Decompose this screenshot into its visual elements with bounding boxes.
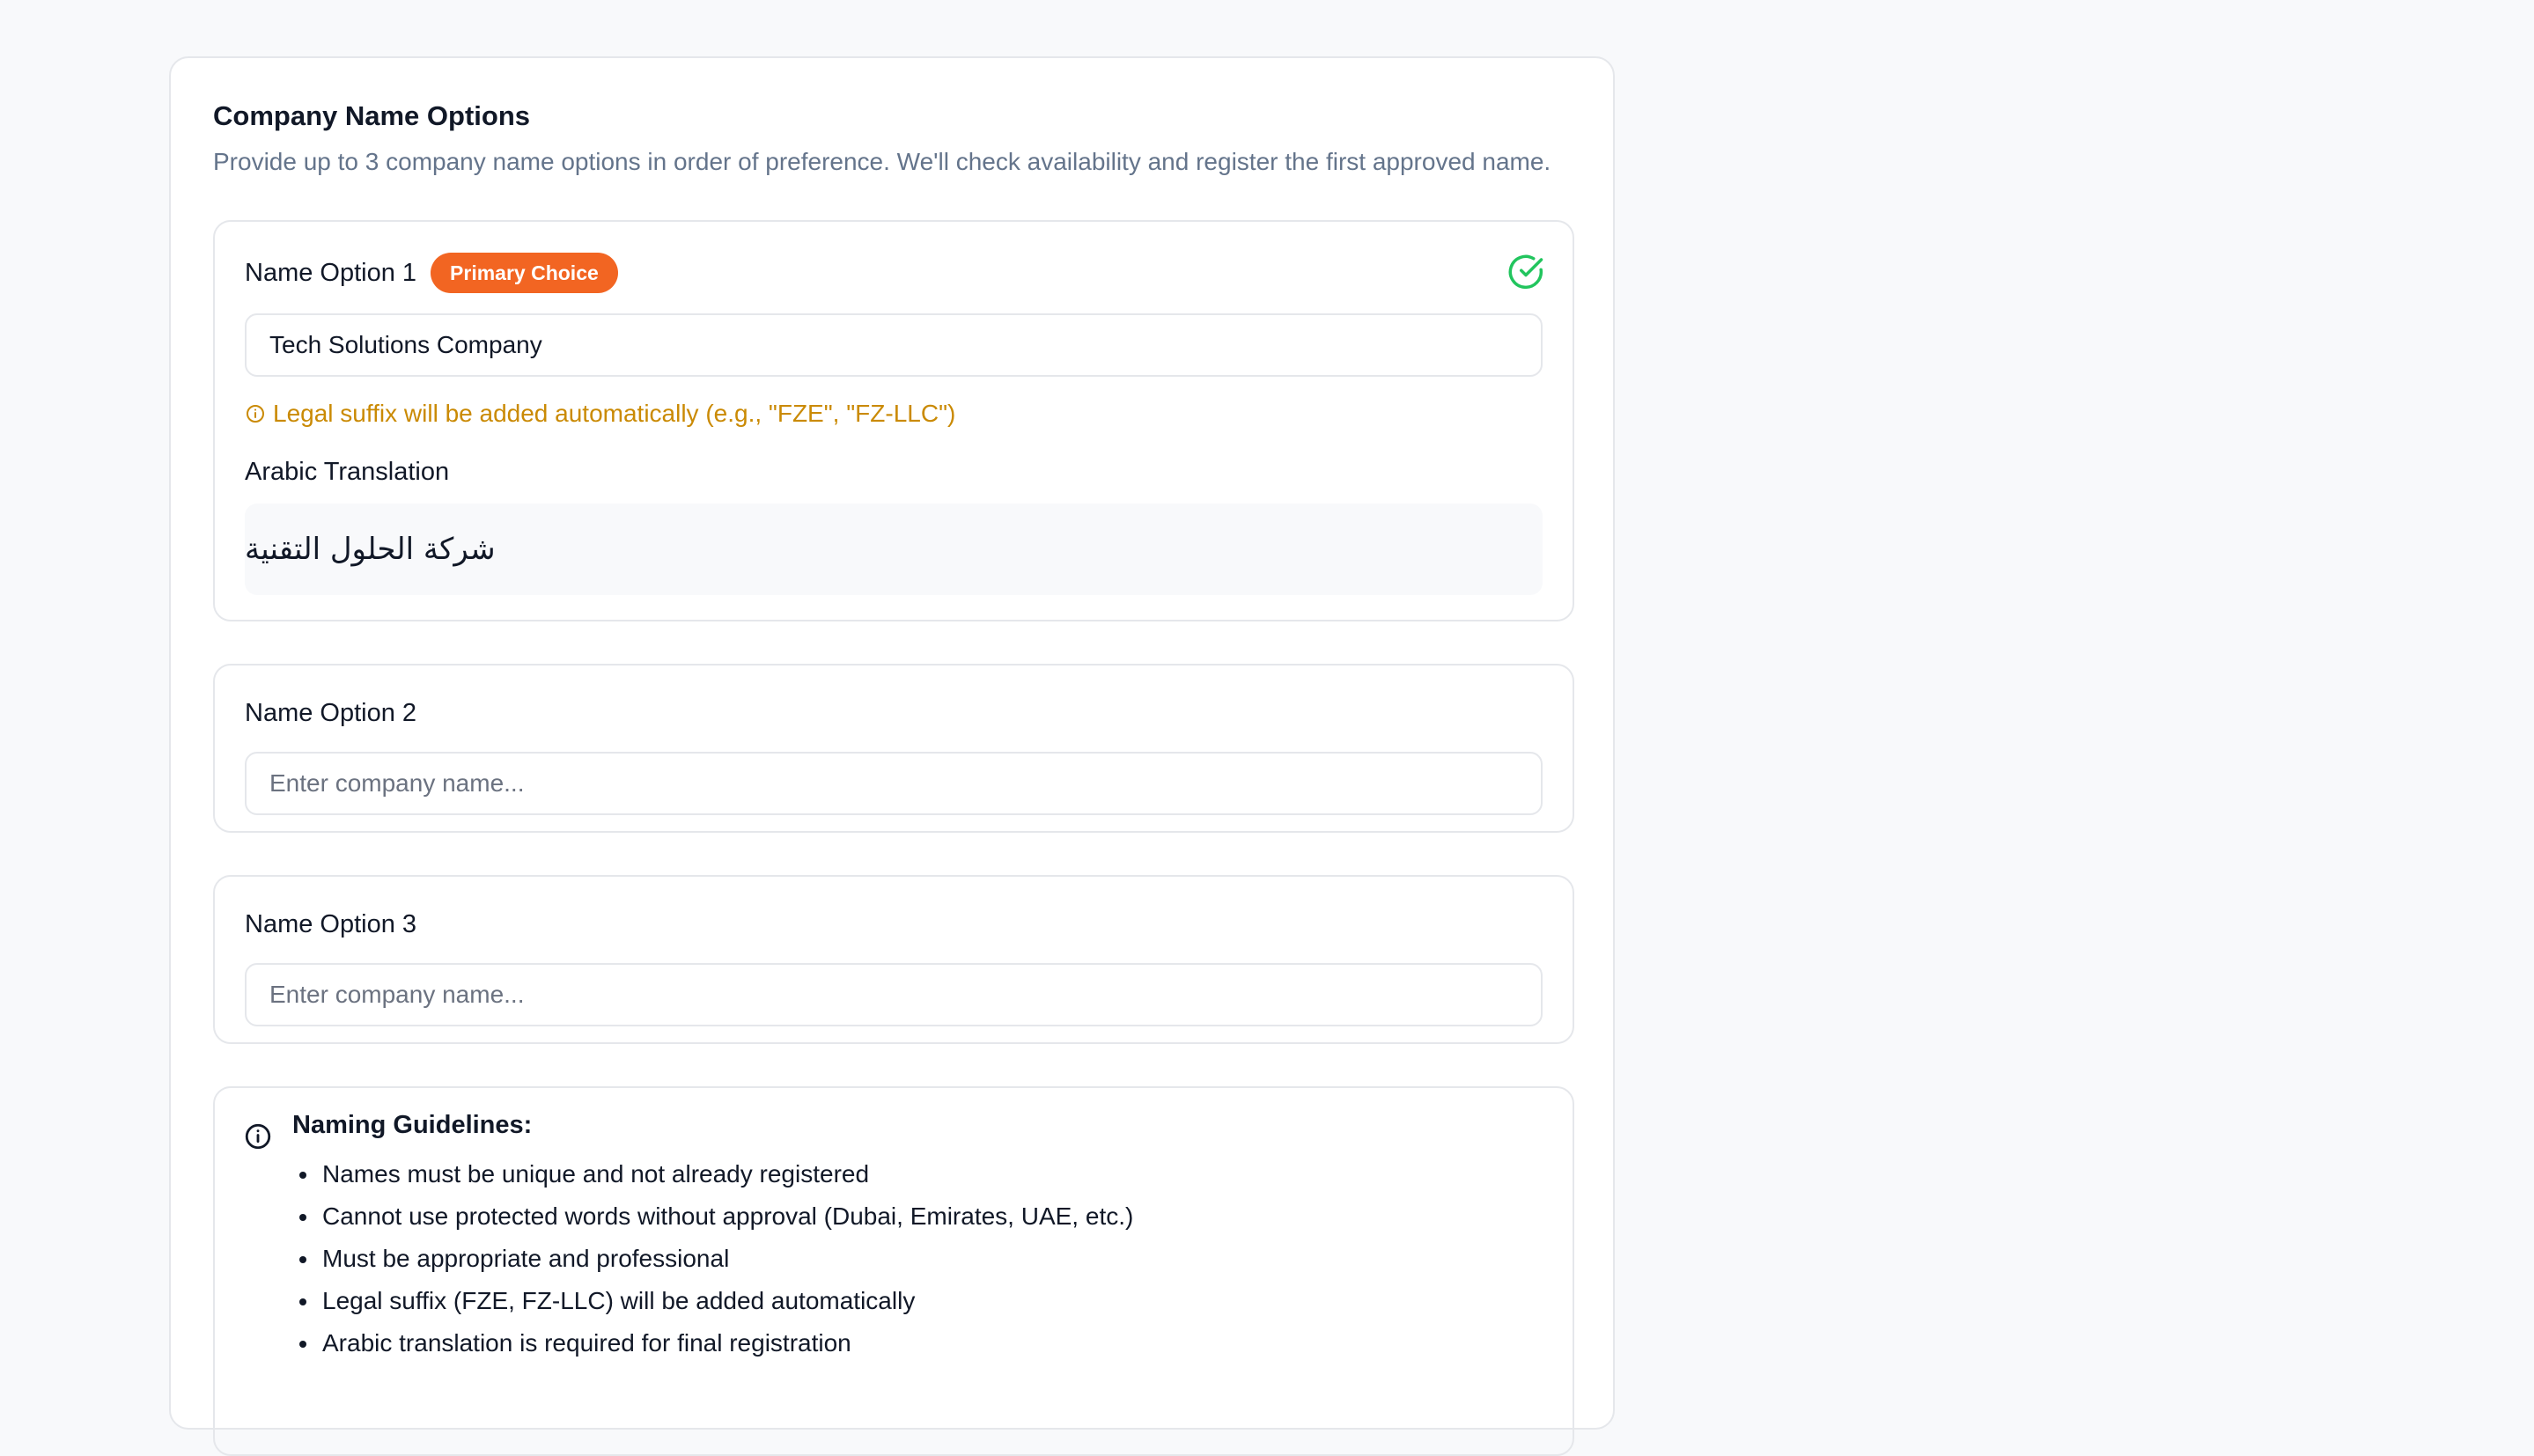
name-option-3-input[interactable] — [245, 963, 1543, 1027]
name-option-3: Name Option 3 — [213, 875, 1574, 1045]
check-circle-icon — [1508, 254, 1543, 290]
arabic-translation-label: Arabic Translation — [245, 458, 450, 487]
section-title: Company Name Options — [213, 100, 530, 131]
guideline-item: Must be appropriate and professional — [299, 1238, 1543, 1280]
guideline-item: Legal suffix (FZE, FZ-LLC) will be added… — [299, 1280, 1543, 1322]
info-icon — [247, 405, 264, 423]
guideline-item: Names must be unique and not already reg… — [299, 1153, 1543, 1195]
name-option-3-label: Name Option 3 — [245, 909, 417, 938]
legal-suffix-hint-text: Legal suffix will be added automatically… — [273, 400, 956, 428]
name-option-2-label: Name Option 2 — [245, 698, 417, 727]
guideline-item: Arabic translation is required for final… — [299, 1322, 1543, 1364]
section-description: Provide up to 3 company name options in … — [213, 148, 1551, 176]
primary-choice-badge: Primary Choice — [431, 253, 618, 294]
guidelines-list: Names must be unique and not already reg… — [299, 1153, 1543, 1364]
name-option-1-input[interactable] — [245, 313, 1543, 378]
name-option-1: Name Option 1 Primary Choice Legal suffi… — [213, 220, 1574, 622]
legal-suffix-hint: Legal suffix will be added automatically… — [245, 398, 1543, 430]
name-option-2-input[interactable] — [245, 752, 1543, 816]
name-option-1-label: Name Option 1 — [245, 258, 417, 287]
arabic-translation-field: شركة الحلول التقنية — [245, 504, 1543, 596]
info-icon — [245, 1124, 271, 1150]
name-option-2: Name Option 2 — [213, 664, 1574, 834]
company-name-options-card: Company Name Options Provide up to 3 com… — [169, 56, 1615, 1456]
guideline-item: Cannot use protected words without appro… — [299, 1195, 1543, 1238]
naming-guidelines: Naming Guidelines: Names must be unique … — [213, 1086, 1574, 1456]
guidelines-title: Naming Guidelines: — [292, 1111, 533, 1140]
